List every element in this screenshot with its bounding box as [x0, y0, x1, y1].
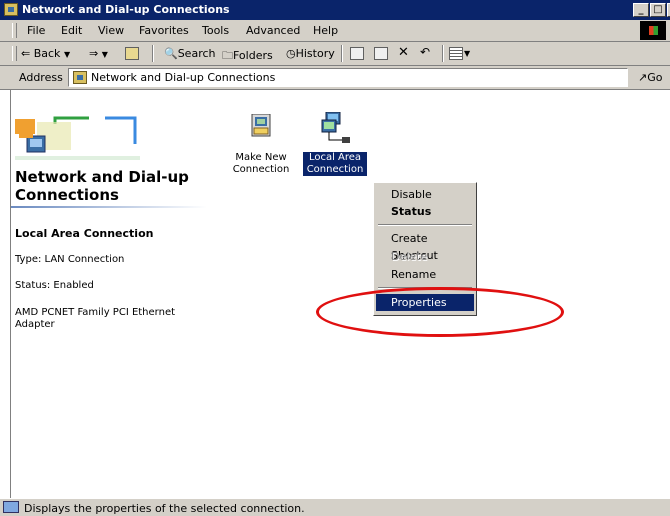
toolbar-separator	[341, 45, 343, 62]
menu-bar: File Edit View Favorites Tools Advanced …	[0, 20, 670, 42]
network-banner-icon	[15, 116, 140, 160]
go-label: Go	[647, 71, 663, 84]
menubar-grip[interactable]	[12, 23, 17, 38]
forward-arrow-icon: ⇒	[89, 47, 99, 60]
make-new-connection-label: Make New Connection	[232, 152, 290, 175]
menu-tools[interactable]: Tools	[202, 24, 229, 37]
go-arrow-icon: ↗	[638, 71, 648, 84]
annotation-oval	[316, 287, 564, 337]
views-dropdown-icon[interactable]: ▼	[464, 49, 470, 58]
menu-view[interactable]: View	[98, 24, 124, 37]
windows-logo-icon	[640, 21, 666, 40]
maximize-button[interactable]: □	[650, 3, 666, 17]
menu-file[interactable]: File	[27, 24, 45, 37]
menu-rename[interactable]: Rename	[376, 266, 474, 283]
menu-create-shortcut[interactable]: Create Shortcut	[376, 230, 474, 262]
standard-toolbar: ⇐ Back ▼ ⇒ ▼ 🔍Search 🗀Folders ◷History ✕…	[0, 42, 670, 66]
search-button[interactable]: 🔍Search	[164, 47, 216, 60]
toolbar-grip[interactable]	[12, 46, 17, 61]
menu-help[interactable]: Help	[313, 24, 338, 37]
undo-icon[interactable]: ↶	[420, 45, 430, 59]
up-folder-icon[interactable]	[125, 47, 139, 60]
local-area-connection-label: Local Area Connection	[303, 152, 367, 176]
menu-advanced[interactable]: Advanced	[246, 24, 300, 37]
menu-status[interactable]: Status	[376, 203, 474, 220]
address-input[interactable]: Network and Dial-up Connections ▼	[68, 68, 628, 87]
menu-disable[interactable]: Disable	[376, 186, 474, 203]
move-to-icon[interactable]	[350, 47, 364, 60]
device-name: AMD PCNET Family PCI Ethernet Adapter	[15, 307, 176, 330]
back-label: Back	[33, 47, 61, 60]
folders-label: Folders	[233, 49, 273, 62]
back-dropdown-icon: ▼	[63, 50, 71, 59]
panel-divider	[11, 206, 207, 208]
address-bar: Address Network and Dial-up Connections …	[0, 66, 670, 90]
make-new-connection-item[interactable]: Make New Connection	[229, 113, 293, 176]
address-label: Address	[19, 71, 63, 84]
folders-icon: 🗀	[222, 49, 233, 62]
history-button[interactable]: ◷History	[286, 47, 335, 60]
go-button[interactable]: ↗Go	[638, 71, 662, 84]
monitor-icon	[3, 501, 19, 513]
views-icon[interactable]	[449, 47, 463, 60]
delete-icon[interactable]: ✕	[398, 45, 409, 60]
make-new-connection-icon	[251, 113, 271, 137]
menu-favorites[interactable]: Favorites	[139, 24, 189, 37]
connection-type: Type: LAN Connection	[15, 254, 125, 265]
window-title: Network and Dial-up Connections	[22, 3, 230, 16]
copy-to-icon[interactable]	[374, 47, 388, 60]
folders-button[interactable]: 🗀Folders	[222, 47, 273, 66]
search-label: Search	[177, 47, 216, 60]
minimize-button[interactable]: _	[633, 3, 649, 17]
toolbar-separator	[152, 45, 154, 62]
forward-button[interactable]: ⇒ ▼	[89, 47, 108, 60]
back-button[interactable]: ⇐ Back ▼	[21, 47, 70, 60]
status-bar: Displays the properties of the selected …	[0, 498, 670, 516]
network-folder-icon	[73, 71, 87, 84]
menu-delete: Delete	[391, 250, 428, 263]
connection-status: Status: Enabled	[15, 280, 94, 291]
network-folder-icon	[4, 3, 18, 16]
toolbar-separator	[442, 45, 444, 62]
folder-content[interactable]: Network and Dial-up Connections Local Ar…	[10, 90, 670, 498]
menu-edit[interactable]: Edit	[61, 24, 82, 37]
history-label: History	[295, 47, 335, 60]
address-value: Network and Dial-up Connections	[91, 71, 276, 84]
title-bar[interactable]: Network and Dial-up Connections _ □ ×	[0, 0, 670, 20]
status-text: Displays the properties of the selected …	[24, 502, 305, 515]
selected-item-name: Local Area Connection	[15, 227, 154, 240]
back-arrow-icon: ⇐	[21, 47, 31, 60]
search-icon: 🔍	[164, 47, 178, 60]
local-area-connection-item[interactable]: Local Area Connection	[303, 111, 367, 176]
local-area-connection-icon	[321, 111, 350, 143]
forward-dropdown-icon: ▼	[101, 50, 108, 59]
panel-title: Network and Dial-up Connections	[15, 168, 189, 204]
menu-separator	[378, 224, 472, 226]
history-icon: ◷	[286, 47, 296, 60]
